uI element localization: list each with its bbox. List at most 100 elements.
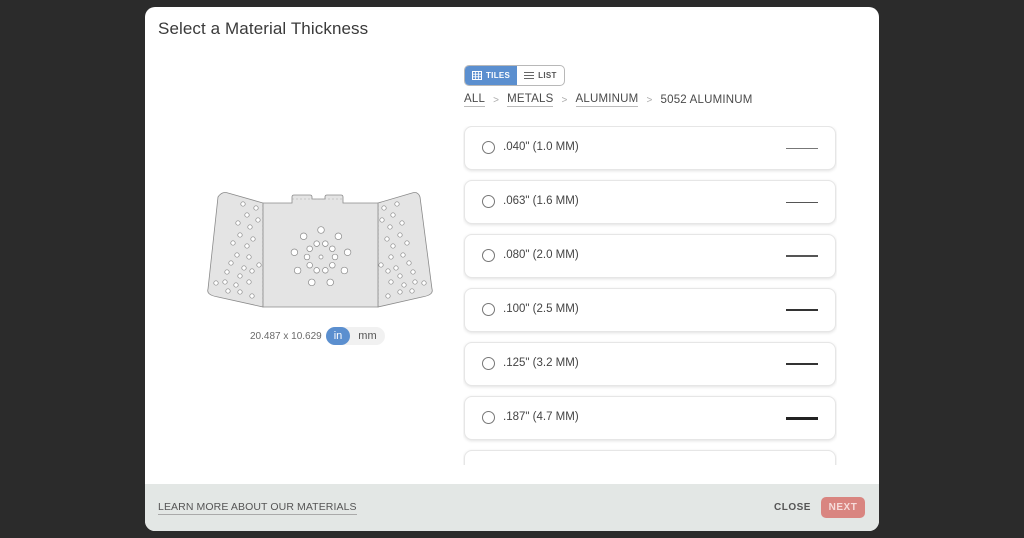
learn-more-link[interactable]: LEARN MORE ABOUT OUR MATERIALS: [158, 501, 357, 515]
hole: [329, 245, 336, 252]
hole: [326, 278, 334, 287]
hole: [237, 232, 243, 238]
hole: [397, 273, 403, 279]
hole: [322, 267, 329, 274]
hole: [388, 254, 394, 260]
hole: [397, 232, 403, 238]
thickness-line-icon: [786, 363, 818, 365]
view-toggle: TILES LIST: [464, 65, 565, 86]
thickness-option[interactable]: .063" (1.6 MM): [464, 180, 836, 224]
hole: [230, 240, 236, 246]
hole: [399, 220, 405, 226]
next-button[interactable]: NEXT: [821, 497, 865, 518]
hole: [224, 269, 230, 275]
hole: [308, 278, 316, 287]
thickness-label: .040" (1.0 MM): [503, 141, 579, 153]
thickness-option[interactable]: .250" (6.3 MM): [464, 450, 836, 465]
hole: [222, 279, 228, 285]
hole: [334, 232, 343, 240]
hole: [228, 260, 234, 266]
hole: [246, 254, 252, 260]
hole: [393, 265, 399, 271]
hole: [406, 260, 412, 266]
hole: [235, 220, 241, 226]
hole: [234, 252, 240, 258]
hole: [303, 253, 311, 261]
dialog-title: Select a Material Thickness: [158, 19, 369, 38]
thickness-option[interactable]: .040" (1.0 MM): [464, 126, 836, 170]
hole: [306, 262, 313, 269]
thickness-line-icon: [786, 309, 818, 311]
hole: [317, 226, 325, 234]
thickness-list[interactable]: .040" (1.0 MM) .063" (1.6 MM) .080" (2.0…: [463, 126, 837, 465]
thickness-line-icon: [786, 255, 818, 257]
hole: [237, 289, 243, 295]
radio-button[interactable]: [482, 249, 495, 262]
hole: [247, 224, 253, 230]
hole: [318, 254, 324, 260]
thickness-label: .187" (4.7 MM): [503, 411, 579, 423]
list-view-button[interactable]: LIST: [517, 66, 564, 85]
hole: [388, 279, 394, 285]
part-preview: [207, 192, 433, 308]
thickness-label: .080" (2.0 MM): [503, 249, 579, 261]
hole: [249, 293, 255, 299]
hole: [343, 248, 352, 256]
unit-toggle: in mm: [325, 327, 385, 345]
breadcrumb-aluminum[interactable]: ALUMINUM: [575, 93, 639, 107]
thickness-option[interactable]: .100" (2.5 MM): [464, 288, 836, 332]
radio-button[interactable]: [482, 141, 495, 154]
breadcrumb-all[interactable]: ALL: [464, 93, 486, 107]
hole: [385, 293, 391, 299]
hole: [390, 212, 396, 218]
dialog-footer: LEARN MORE ABOUT OUR MATERIALS CLOSE NEX…: [145, 484, 879, 531]
chevron-right-icon: >: [493, 94, 500, 106]
tiles-view-button[interactable]: TILES: [465, 66, 518, 85]
radio-button[interactable]: [482, 195, 495, 208]
chevron-right-icon: >: [646, 94, 653, 106]
radio-button[interactable]: [482, 411, 495, 424]
list-label: LIST: [538, 71, 557, 80]
center-panel: [262, 194, 379, 308]
thickness-label: .100" (2.5 MM): [503, 303, 579, 315]
hole: [306, 245, 313, 252]
unit-inches-button[interactable]: in: [325, 327, 351, 345]
hole: [240, 201, 246, 207]
hole: [412, 279, 418, 285]
thickness-option[interactable]: .187" (4.7 MM): [464, 396, 836, 440]
list-icon: [524, 72, 535, 79]
hole: [410, 269, 416, 275]
hole: [225, 288, 231, 294]
hole: [299, 232, 308, 240]
hole: [409, 288, 415, 294]
hole: [244, 212, 250, 218]
hole: [313, 267, 320, 274]
hole: [384, 236, 390, 242]
hole: [401, 282, 407, 288]
thickness-option[interactable]: .125" (3.2 MM): [464, 342, 836, 386]
hole: [421, 280, 427, 286]
radio-button[interactable]: [482, 303, 495, 316]
hole: [256, 262, 262, 268]
hole: [329, 262, 336, 269]
hole: [331, 253, 339, 261]
grid-icon: [472, 71, 482, 80]
hole: [397, 289, 403, 295]
thickness-option[interactable]: .080" (2.0 MM): [464, 234, 836, 278]
hole: [255, 217, 261, 223]
hole: [385, 268, 391, 274]
hole: [233, 282, 239, 288]
radio-button[interactable]: [482, 357, 495, 370]
close-button[interactable]: CLOSE: [774, 502, 811, 513]
breadcrumb: ALL > METALS > ALUMINUM > 5052 ALUMINUM: [464, 93, 753, 107]
hole: [293, 266, 302, 275]
unit-mm-button[interactable]: mm: [350, 327, 384, 345]
hole: [400, 252, 406, 258]
hole: [244, 243, 250, 249]
breadcrumb-metals[interactable]: METALS: [507, 93, 554, 107]
hole: [237, 273, 243, 279]
thickness-line-icon: [786, 201, 818, 203]
right-flap: [377, 192, 433, 308]
hole: [250, 236, 256, 242]
hole: [404, 240, 410, 246]
